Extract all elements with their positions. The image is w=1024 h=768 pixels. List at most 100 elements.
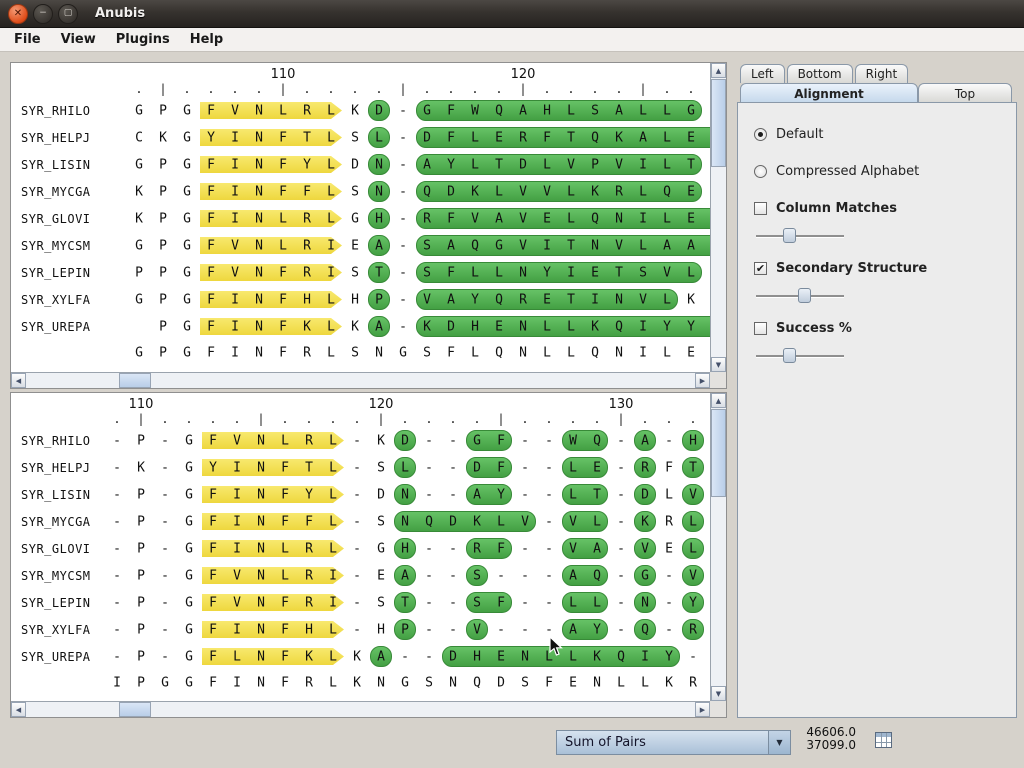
sequence-row[interactable]: SYR_GLOVIKPGFINLRLGH-RFVAVELQNILEL	[11, 205, 710, 232]
scroll-down-icon[interactable]: ▼	[711, 357, 726, 372]
vertical-scrollbar[interactable]: ▲ ▼	[710, 63, 726, 372]
vertical-scrollbar-thumb[interactable]	[711, 409, 726, 497]
residue: -	[353, 433, 361, 448]
menu-view[interactable]: View	[51, 30, 106, 49]
scroll-up-icon[interactable]: ▲	[711, 393, 726, 408]
window-maximize-button[interactable]: ▢	[58, 3, 78, 24]
sequence-row[interactable]: SYR_UREPA - P - G F L N F K L K A - - D H E N L L K Q I Y -	[11, 643, 710, 670]
horizontal-scrollbar[interactable]: ◀ ▶	[11, 701, 710, 717]
residue: D	[641, 487, 649, 502]
sequence-row[interactable]: SYR_LISIN - P - G F I N F Y L - D N - - A Y - - L T - D L V	[11, 481, 710, 508]
radio-compressed-alphabet[interactable]: Compressed Alphabet	[754, 164, 1000, 179]
residue: F	[497, 433, 505, 448]
ruler-tick: .	[593, 412, 601, 426]
residue: S	[377, 595, 385, 610]
column-matches-checkbox[interactable]: Column Matches	[754, 201, 1000, 216]
residue: A	[401, 568, 409, 583]
alignment-view-bottom[interactable]: 110 120 130. |.... |.... |.... |.... |... SYR_RH…	[11, 393, 710, 701]
tab-top[interactable]: Top	[918, 83, 1012, 103]
tab-alignment[interactable]: Alignment	[740, 83, 918, 103]
sequence-row[interactable]: SYR_MYCGA - P - G F I N F F L - S N Q D K L V - V L - K R L	[11, 508, 710, 535]
scroll-up-icon[interactable]: ▲	[711, 63, 726, 78]
horizontal-scrollbar-thumb[interactable]	[119, 373, 151, 388]
sequence-row[interactable]: SYR_UREPA PGFINFKLKA-KDHENLLKQIYYE	[11, 313, 710, 340]
residue: V	[231, 265, 239, 280]
residue: L	[329, 541, 337, 556]
tab-bottom[interactable]: Bottom	[786, 64, 853, 83]
residue: H	[303, 292, 311, 307]
residue: P	[375, 292, 383, 307]
vertical-scrollbar-thumb[interactable]	[711, 79, 726, 167]
tab-right[interactable]: Right	[854, 64, 909, 83]
table-icon[interactable]	[875, 732, 892, 748]
residue: F	[497, 541, 505, 556]
menu-plugins[interactable]: Plugins	[106, 30, 180, 49]
secondary-structure-checkbox[interactable]: ✔ Secondary Structure	[754, 261, 1000, 276]
checkbox-icon	[754, 322, 767, 335]
residue: I	[231, 157, 239, 172]
window-minimize-button[interactable]: −	[33, 3, 53, 24]
sequence-name: SYR_MYCGA	[21, 184, 91, 199]
residue: F	[279, 265, 287, 280]
secondary-structure-slider[interactable]	[756, 287, 844, 305]
window-close-button[interactable]: ✕	[8, 3, 28, 24]
sequence-row[interactable]: SYR_RHILO - P - G F V N L R L - K D - - G F - - W Q - A - H	[11, 427, 710, 454]
vertical-scrollbar[interactable]: ▲ ▼	[710, 393, 726, 701]
slider-thumb[interactable]	[783, 228, 797, 243]
sequence-name: SYR_MYCSM	[21, 238, 91, 253]
residue: P	[591, 157, 599, 172]
residue: R	[305, 595, 313, 610]
slider-thumb[interactable]	[798, 288, 812, 303]
sequence-row[interactable]: SYR_HELPJCKGYINFTLSL-DFLERFTQKALEL	[11, 124, 710, 151]
sequence-row[interactable]: SYR_MYCSMGPGFVNLRIEA-SAQGVITNVLAAL	[11, 232, 710, 259]
chevron-down-icon[interactable]: ▼	[768, 731, 790, 754]
ruler-tick: .	[351, 82, 359, 96]
residue: L	[569, 460, 577, 475]
scroll-left-icon[interactable]: ◀	[11, 373, 26, 388]
tab-left[interactable]: Left	[740, 64, 785, 83]
consensus-residue: N	[375, 345, 383, 361]
scroll-right-icon[interactable]: ▶	[695, 373, 710, 388]
sequence-row[interactable]: SYR_LEPIN - P - G F V N F R I - S T - - S F - - L L - N - Y	[11, 589, 710, 616]
alignment-view-top[interactable]: 110 120. |.... |.... |.... |.... |... SYR_RHILO…	[11, 63, 710, 372]
menu-file[interactable]: File	[4, 30, 51, 49]
residue: L	[497, 514, 505, 529]
residue: Q	[703, 292, 710, 307]
slider-thumb[interactable]	[783, 348, 797, 363]
sequence-row[interactable]: SYR_RHILOGPGFVNLRLKD-GFWQAHLSALLGD	[11, 97, 710, 124]
residue: G	[641, 568, 649, 583]
residue: K	[615, 130, 623, 145]
residue: L	[567, 211, 575, 226]
sequence-row[interactable]: SYR_HELPJ - K - G Y I N F T L - S L - - D F - - L E - R F T	[11, 454, 710, 481]
residue: -	[353, 460, 361, 475]
scroll-right-icon[interactable]: ▶	[695, 702, 710, 717]
scroll-left-icon[interactable]: ◀	[11, 702, 26, 717]
scroll-down-icon[interactable]: ▼	[711, 686, 726, 701]
sequence-row[interactable]: SYR_LEPINPPGFVNFRIST-SFLLNYIETSVLS	[11, 259, 710, 286]
ruler-tick: .	[161, 412, 169, 426]
residue: -	[521, 595, 529, 610]
horizontal-scrollbar[interactable]: ◀ ▶	[11, 372, 710, 388]
residue: F	[665, 460, 673, 475]
column-matches-slider[interactable]	[756, 227, 844, 245]
sequence-row[interactable]: SYR_MYCSM - P - G F V N L R I - E A - - S - - - A Q - G - V	[11, 562, 710, 589]
residue: -	[161, 487, 169, 502]
sequence-row[interactable]: SYR_XYLFA - P - G F I N F H L - H P - - V - - - A Y - Q - R	[11, 616, 710, 643]
residue: F	[281, 487, 289, 502]
sequence-row[interactable]: SYR_LISINGPGFINFYLDN-AYLTDLVPVILTE	[11, 151, 710, 178]
horizontal-scrollbar-thumb[interactable]	[119, 702, 151, 717]
residue: A	[495, 211, 503, 226]
success-checkbox[interactable]: Success %	[754, 321, 1000, 336]
residue: N	[255, 238, 263, 253]
residue: N	[257, 595, 265, 610]
score-function-dropdown[interactable]: Sum of Pairs ▼	[556, 730, 791, 755]
sequence-row[interactable]: SYR_MYCGA K P G F I N F F L S N - Q D K L V V L K R L Q ET	[11, 178, 710, 205]
success-slider[interactable]	[756, 347, 844, 365]
sequence-row[interactable]: SYR_XYLFAGPGFINFHLHP-VAYQRETINVLKQ	[11, 286, 710, 313]
residue: L	[329, 514, 337, 529]
consensus-residue: Q	[473, 675, 481, 691]
menu-help[interactable]: Help	[180, 30, 233, 49]
sequence-row[interactable]: SYR_GLOVI - P - G F I N L R L - G H - - R F - - V A - V E L	[11, 535, 710, 562]
radio-default[interactable]: Default	[754, 127, 1000, 142]
radio-icon	[754, 165, 767, 178]
